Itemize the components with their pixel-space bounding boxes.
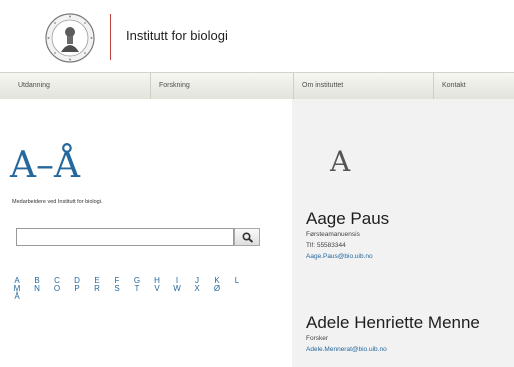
section-letter-heading: A — [330, 145, 351, 178]
nav-item-kontakt[interactable]: Kontakt — [433, 73, 514, 99]
site-header: Institutt for biologi — [0, 0, 514, 72]
nav-item-forskning[interactable]: Forskning — [150, 73, 290, 99]
letter-link-l[interactable]: L — [230, 277, 244, 285]
search-input[interactable] — [16, 228, 234, 246]
header-divider — [110, 14, 111, 60]
letter-link-r[interactable]: R — [90, 285, 104, 293]
letter-link-oslash[interactable]: Ø — [210, 285, 224, 293]
letter-link-x[interactable]: X — [190, 285, 204, 293]
person-email-link[interactable]: Aage.Paus@bio.uib.no — [306, 251, 389, 262]
letter-link-aring[interactable]: Å — [10, 293, 24, 301]
letter-link-t[interactable]: T — [130, 285, 144, 293]
site-title[interactable]: Institutt for biologi — [126, 28, 228, 43]
page-title: A–Å — [10, 145, 80, 186]
letter-link-s[interactable]: S — [110, 285, 124, 293]
main-navigation: Utdanning Forskning Om instituttet Konta… — [0, 72, 514, 100]
letter-link-p[interactable]: P — [70, 285, 84, 293]
university-seal-icon[interactable] — [44, 12, 96, 64]
letter-link-n[interactable]: N — [30, 285, 44, 293]
person-phone: Tlf: 55583344 — [306, 242, 346, 249]
letter-link-o[interactable]: O — [50, 285, 64, 293]
person-name[interactable]: Adele Henriette Menne — [306, 313, 480, 333]
person-entry: Adele Henriette Menne Forsker Adele.Menn… — [306, 313, 480, 355]
nav-item-om-instituttet[interactable]: Om instituttet — [293, 73, 433, 99]
nav-item-utdanning[interactable]: Utdanning — [10, 73, 140, 99]
search-icon — [242, 232, 254, 243]
letter-link-v[interactable]: V — [150, 285, 164, 293]
letter-link-w[interactable]: W — [170, 285, 184, 293]
search-button[interactable] — [234, 228, 260, 246]
person-entry: Aage Paus Førsteamanuensis Tlf: 55583344… — [306, 209, 389, 262]
person-title: Forsker — [306, 335, 329, 342]
intro-text: Medarbeidere ved Institutt for biologi. — [12, 199, 103, 205]
person-name[interactable]: Aage Paus — [306, 209, 389, 229]
person-title: Førsteamanuensis — [306, 231, 360, 238]
person-email-link[interactable]: Adele.Mennerat@bio.uib.no — [306, 344, 480, 355]
directory-panel: A Aage Paus Førsteamanuensis Tlf: 555833… — [292, 99, 514, 367]
left-column: A–Å Medarbeidere ved Institutt for biolo… — [0, 99, 292, 367]
